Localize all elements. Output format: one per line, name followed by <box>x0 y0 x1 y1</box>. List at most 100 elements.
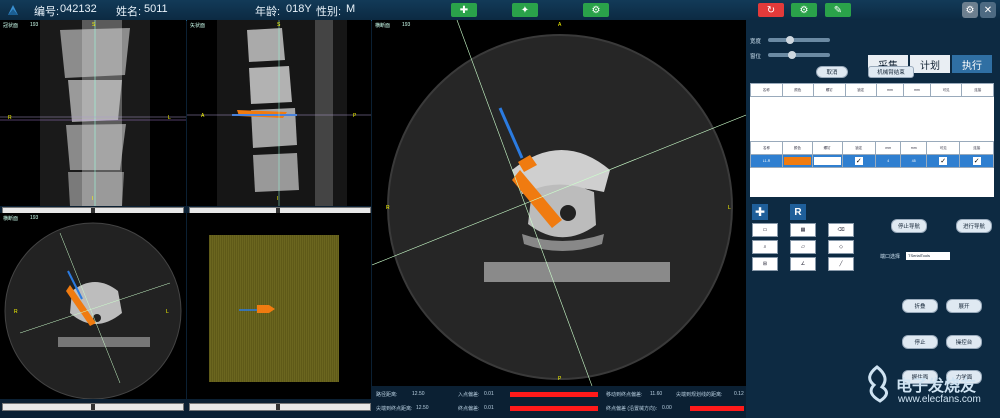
patient-age-label: 年龄: <box>255 6 281 18</box>
sagittal-viewport[interactable]: 矢状面 251 A P S I <box>187 20 371 206</box>
arm-icon: ⚙ <box>799 4 809 16</box>
status-bar: 路径距离: 12.50 入点偏差: 0.01 移动到终点偏差: 11.60 尖端… <box>372 388 746 418</box>
window-level-slider[interactable] <box>768 51 830 59</box>
port-select-value: TSerialTools <box>908 253 931 258</box>
plus-icon: ✚ <box>459 4 469 16</box>
coronal-viewport[interactable]: 冠状面 193 R L S I <box>0 20 186 206</box>
visible-checkbox[interactable]: ✓ <box>925 154 961 168</box>
crosshair-tool-button[interactable]: ✚ <box>752 204 768 220</box>
settings-button[interactable]: ⚙ <box>962 2 978 18</box>
tip-dist-value: 12.50 <box>416 405 429 411</box>
cancel-button[interactable]: 取消 <box>816 66 848 78</box>
table-header-row: 名称 颜色 螺钉 锁定 mm mm 可见 连接 <box>750 83 994 97</box>
elecfans-logo-icon <box>860 365 894 403</box>
layout-tool-button[interactable]: ⊞ <box>752 257 778 271</box>
layers-tool-button[interactable]: ◇ <box>828 240 854 254</box>
port-label: 端口选择 <box>880 254 901 260</box>
table-header: 可见 <box>925 141 961 155</box>
fold-button[interactable]: 折叠 <box>902 299 938 313</box>
table-header: 可见 <box>929 83 963 97</box>
marker-left-axial-main: L <box>728 205 731 211</box>
screw-name-cell: L1-R <box>750 154 783 168</box>
screw-type-cell[interactable] <box>811 154 843 168</box>
axial-small-slice-slider[interactable] <box>2 403 184 411</box>
tab-plan[interactable]: 计划 <box>910 55 950 73</box>
axial-small-viewport[interactable]: 横断面 193 R L <box>0 213 186 399</box>
diameter-cell[interactable]: 4 <box>875 154 902 168</box>
window-width-slider[interactable] <box>768 36 830 44</box>
tip-dist-label: 尖端到终点距离: <box>376 406 413 412</box>
register-button[interactable]: ✚ <box>451 3 477 17</box>
slider-handle[interactable] <box>91 404 95 410</box>
stop-button[interactable]: 停止 <box>902 335 938 349</box>
satellite-icon: ✦ <box>520 4 530 16</box>
ruler-tool-button[interactable]: ▭ <box>752 223 778 237</box>
lock-checkbox[interactable]: ✓ <box>841 154 877 168</box>
right-panel: 宽度 窗位 取消 采集 计划 执行 机械臂结束 名称 颜色 螺钉 锁定 mm m… <box>746 20 1000 418</box>
arm-button[interactable]: ⚙ <box>791 3 817 17</box>
grid-tool-button[interactable]: ▦ <box>790 223 816 237</box>
end-dev2-label: 终点偏差 (沿置械方向): <box>606 406 658 412</box>
table-header: 螺钉 <box>813 83 846 97</box>
end-dev2-value: 0.00 <box>662 405 672 411</box>
probe-slider[interactable] <box>189 403 371 411</box>
patient-age-value: 018Y <box>286 3 312 15</box>
start-navigation-button[interactable]: 进行导航 <box>956 219 992 233</box>
table-header: mm <box>902 83 931 97</box>
patient-gender-value: M <box>346 3 356 15</box>
close-button[interactable]: ✕ <box>980 2 996 18</box>
plan-table: 名称 颜色 螺钉 锁定 mm mm 可见 连接 名称 颜色 螺钉 锁定 mm m… <box>750 83 994 197</box>
marker-right-axial-main: R <box>386 205 390 211</box>
expand-button[interactable]: 展开 <box>946 299 982 313</box>
parallelogram-tool-button[interactable]: ▱ <box>790 240 816 254</box>
slider-handle[interactable] <box>786 36 794 44</box>
table-header: 连接 <box>961 83 994 97</box>
reset-view-button[interactable]: R <box>790 204 806 220</box>
magnifier-icon: ⌕ <box>763 244 767 250</box>
coronal-image <box>0 20 186 206</box>
gear-icon: ⚙ <box>965 4 975 16</box>
table-header: 连接 <box>959 141 994 155</box>
table-header: 锁定 <box>844 83 877 97</box>
marker-left: R <box>8 115 12 121</box>
reset-button[interactable]: ↻ <box>758 3 784 17</box>
connect-checkbox[interactable]: ✓ <box>959 154 994 168</box>
slider-handle[interactable] <box>788 51 796 59</box>
slider-handle[interactable] <box>276 404 280 410</box>
line-tool-button[interactable]: ╱ <box>828 257 854 271</box>
tool-icon: ✎ <box>833 4 843 16</box>
four-grid-icon: ⊞ <box>762 261 768 267</box>
marker-right-axial-small: R <box>14 309 18 315</box>
screw-color-cell[interactable] <box>781 154 813 168</box>
tab-execute[interactable]: 执行 <box>952 55 992 73</box>
angle-tool-button[interactable]: ∠ <box>790 257 816 271</box>
port-select[interactable]: TSerialTools <box>906 252 950 260</box>
marker-posterior-axial-main: P <box>558 376 562 382</box>
stop-navigation-button[interactable]: 停止导航 <box>891 219 927 233</box>
tool-button[interactable]: ✎ <box>825 3 851 17</box>
end-deviation-bar <box>510 406 598 411</box>
patient-name-value: 5011 <box>144 3 168 15</box>
table-header: 名称 <box>750 141 783 155</box>
robot-status-button[interactable]: 机械臂结束 <box>868 66 914 78</box>
zoom-tool-button[interactable]: ⌕ <box>752 240 778 254</box>
robot-button[interactable]: ⚙ <box>583 3 609 17</box>
axial-small-image <box>4 222 182 399</box>
entry-dev-value: 0.01 <box>484 391 494 397</box>
table-row[interactable]: L1-R ✓ 4 45 ✓ ✓ <box>750 154 994 168</box>
console-button[interactable]: 操控台 <box>946 335 982 349</box>
watermark-url: www.elecfans.com <box>898 394 981 405</box>
marker-top: S <box>92 22 96 28</box>
tip-dev-value: 0.12 <box>734 391 744 397</box>
delete-icon: ⌫ <box>837 227 845 233</box>
delete-tool-button[interactable]: ⌫ <box>828 223 854 237</box>
layers-icon: ◇ <box>839 244 843 250</box>
table-header: 锁定 <box>841 141 877 155</box>
marker-anterior-axial-main: A <box>558 22 562 28</box>
entry-dist-label: 路径距离: <box>376 392 398 398</box>
probe-viewport[interactable] <box>187 213 371 399</box>
axial-main-viewport[interactable]: 横断面 193 R L A P <box>372 20 746 386</box>
length-cell[interactable]: 45 <box>900 154 927 168</box>
marker-anterior: A <box>201 113 205 119</box>
navigation-button[interactable]: ✦ <box>512 3 538 17</box>
